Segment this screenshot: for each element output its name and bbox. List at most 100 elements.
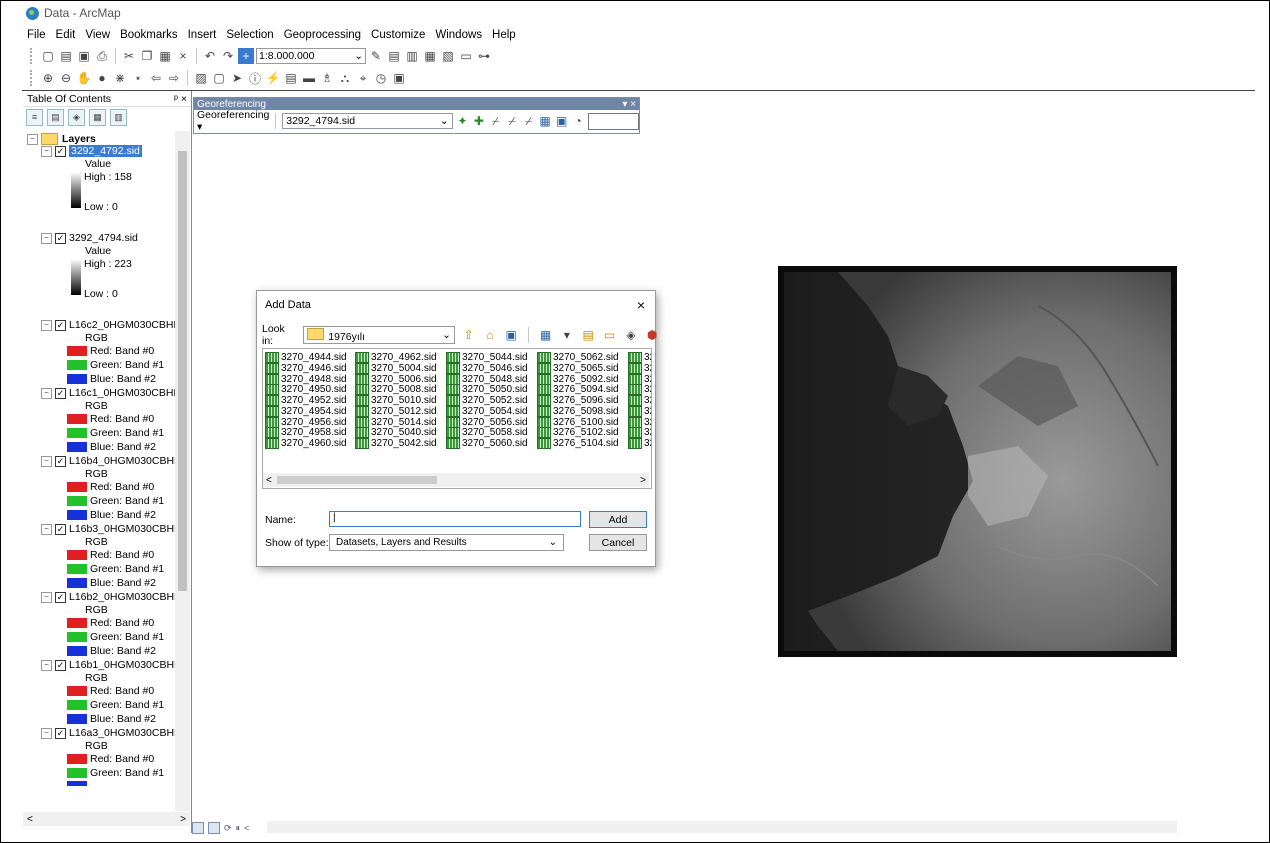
layer-row[interactable]: − ✓ L16b1_0HGM030CBHF [41, 659, 175, 671]
fixed-zoom-out-icon[interactable]: ⋆ [130, 70, 146, 86]
collapse-icon[interactable]: − [41, 455, 52, 467]
menu-edit[interactable]: Edit [51, 29, 81, 41]
layer-name[interactable]: L16b4_0HGM030CBHF [69, 455, 175, 467]
full-extent-icon[interactable]: ● [94, 70, 110, 86]
rotate-tool-icon[interactable]: ◔ [571, 113, 585, 129]
collapse-icon[interactable]: − [41, 659, 52, 671]
file-item[interactable]: 32 [628, 416, 651, 428]
layer-row[interactable]: − ✓ 3292_4794.sid [41, 232, 138, 244]
menu-insert[interactable]: Insert [183, 29, 222, 41]
file-item[interactable]: 3270_5058.sid [446, 427, 528, 439]
scroll-right-icon[interactable]: > [180, 814, 186, 825]
layer-visibility-checkbox[interactable]: ✓ [55, 145, 66, 157]
file-item[interactable]: 3270_5040.sid [355, 427, 437, 439]
file-item[interactable]: 3270_4946.sid [265, 362, 347, 374]
delete-item-icon[interactable]: ⬢ [644, 327, 659, 343]
paste-icon[interactable]: ▦ [157, 48, 173, 64]
file-item[interactable]: 32 [628, 351, 651, 363]
layer-visibility-checkbox[interactable]: ✓ [55, 727, 66, 739]
file-item[interactable]: 3270_4950.sid [265, 384, 347, 396]
layer-name[interactable]: 3292_4792.sid [69, 145, 142, 157]
scroll-left-icon[interactable]: < [244, 823, 249, 833]
file-item[interactable]: 32 [628, 438, 651, 450]
back-icon[interactable]: ⇦ [148, 70, 164, 86]
connect-folder-icon[interactable]: ▣ [504, 327, 519, 343]
file-item[interactable]: 3270_4948.sid [265, 373, 347, 385]
search-window-icon[interactable]: ▦ [422, 48, 438, 64]
list-by-selection-icon[interactable]: ▦ [89, 108, 106, 126]
scroll-right-icon[interactable]: > [640, 475, 646, 486]
up-one-level-icon[interactable]: ⇧ [461, 327, 476, 343]
rotate-icon[interactable]: ✦ [456, 113, 470, 129]
view-options-icon[interactable]: ▦ [538, 327, 553, 343]
layer-name[interactable]: L16b3_0HGM030CBHF [69, 523, 175, 535]
add-control-points-icon[interactable]: ✚ [472, 113, 486, 129]
file-item[interactable]: 3276_5102.sid [537, 427, 619, 439]
close-icon[interactable]: ▾ × [622, 99, 636, 110]
file-item[interactable]: 3270_5004.sid [355, 362, 437, 374]
measure-icon[interactable]: ▬ [301, 70, 317, 86]
file-item[interactable]: 3270_5048.sid [446, 373, 528, 385]
find-icon[interactable]: ♗ [319, 70, 335, 86]
viewer-icon[interactable]: ▣ [555, 113, 569, 129]
find-route-icon[interactable]: ⛬ [337, 70, 353, 86]
pause-drawing-icon[interactable]: ⏸ [236, 823, 241, 834]
catalog-window-icon[interactable]: ▥ [404, 48, 420, 64]
map-horizontal-scrollbar[interactable] [267, 821, 1177, 833]
file-item[interactable]: 3270_4956.sid [265, 416, 347, 428]
file-item[interactable]: 3270_5062.sid [537, 351, 619, 363]
layer-visibility-checkbox[interactable]: ✓ [55, 659, 66, 671]
file-item[interactable]: 3270_4944.sid [265, 351, 347, 363]
clear-selection-icon[interactable]: ▢ [211, 70, 227, 86]
collapse-icon[interactable]: − [41, 387, 52, 399]
collapse-icon[interactable]: − [41, 523, 52, 535]
file-item[interactable]: 32 [628, 373, 651, 385]
new-document-icon[interactable]: ▢ [40, 48, 56, 64]
fixed-zoom-in-icon[interactable]: ⋇ [112, 70, 128, 86]
layer-row[interactable]: − ✓ L16b2_0HGM030CBHF [41, 591, 175, 603]
editor-toolbar-icon[interactable]: ✎ [368, 48, 384, 64]
layer-name[interactable]: L16b2_0HGM030CBHF [69, 591, 175, 603]
scrollbar-thumb[interactable] [178, 151, 187, 591]
refresh-folder-icon[interactable]: ◈ [623, 327, 638, 343]
close-icon[interactable]: ᵖ × [174, 93, 187, 105]
layer-visibility-checkbox[interactable]: ✓ [55, 387, 66, 399]
viewer-window-icon[interactable]: ▣ [391, 70, 407, 86]
html-popup-icon[interactable]: ▤ [283, 70, 299, 86]
file-item[interactable]: 3270_5065.sid [537, 362, 619, 374]
file-item[interactable]: 3276_5098.sid [537, 405, 619, 417]
menu-customize[interactable]: Customize [366, 29, 430, 41]
cut-icon[interactable]: ✂ [121, 48, 137, 64]
home-icon[interactable]: ⌂ [482, 327, 497, 343]
cancel-button[interactable]: Cancel [589, 534, 647, 551]
python-window-icon[interactable]: ▭ [458, 48, 474, 64]
file-item[interactable]: 32 [628, 427, 651, 439]
open-folder-icon[interactable]: ▤ [58, 48, 74, 64]
collapse-icon[interactable]: − [41, 232, 52, 244]
name-input[interactable]: | [329, 511, 581, 527]
list-by-source-icon[interactable]: ▤ [47, 108, 64, 126]
save-icon[interactable]: ▣ [76, 48, 92, 64]
layer-row[interactable]: − ✓ L16c2_0HGM030CBHF [41, 319, 175, 331]
close-icon[interactable]: × [637, 297, 645, 313]
menu-help[interactable]: Help [487, 29, 521, 41]
delete-link-icon[interactable]: ⌿ [522, 113, 536, 129]
refresh-icon[interactable]: ⟳ [224, 823, 232, 834]
layer-name[interactable]: 3292_4794.sid [69, 232, 138, 244]
file-item[interactable]: 3276_5092.sid [537, 373, 619, 385]
forward-icon[interactable]: ⇨ [166, 70, 182, 86]
toc-vertical-scrollbar[interactable] [175, 131, 190, 811]
layout-view-icon[interactable] [208, 822, 220, 834]
show-of-type-select[interactable]: Datasets, Layers and Results ⌄ [329, 534, 564, 551]
file-item[interactable]: 3270_5014.sid [355, 416, 437, 428]
file-item[interactable]: 32 [628, 405, 651, 417]
toolbar-grip[interactable] [30, 48, 36, 64]
layer-row[interactable]: − ✓ L16b4_0HGM030CBHF [41, 455, 175, 467]
file-item[interactable]: 3270_4960.sid [265, 438, 347, 450]
layer-name[interactable]: L16c1_0HGM030CBHF [69, 387, 175, 399]
undo-icon[interactable]: ↶ [202, 48, 218, 64]
menu-view[interactable]: View [80, 29, 115, 41]
layer-visibility-checkbox[interactable]: ✓ [55, 455, 66, 467]
view-link-table-icon[interactable]: ▦ [538, 113, 552, 129]
catalog-icon[interactable]: ▭ [602, 327, 617, 343]
